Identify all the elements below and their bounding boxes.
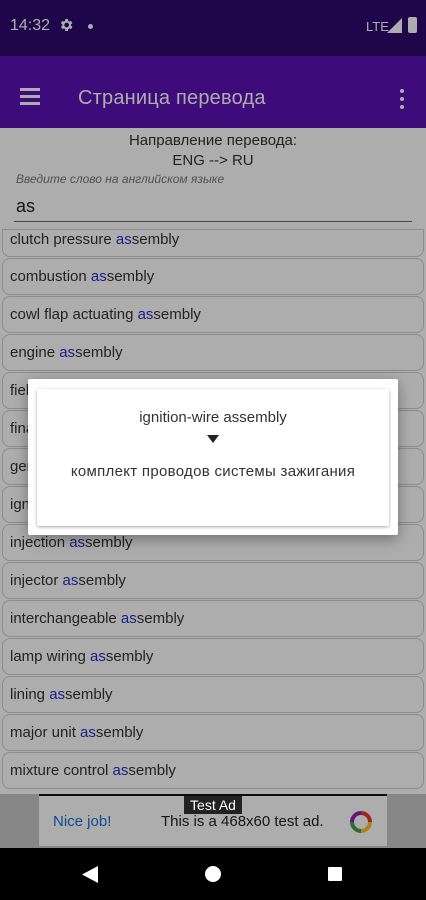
dialog-term: ignition-wire assembly bbox=[139, 409, 287, 426]
translation-dialog: ignition-wire assembly комплект проводов… bbox=[28, 379, 398, 535]
translation-card: ignition-wire assembly комплект проводов… bbox=[37, 389, 389, 526]
back-icon[interactable] bbox=[82, 866, 98, 883]
home-icon[interactable] bbox=[205, 866, 221, 882]
test-ad-label: Test Ad bbox=[184, 796, 242, 814]
navigation-bar bbox=[0, 848, 426, 900]
triangle-down-icon bbox=[207, 435, 219, 443]
recent-apps-icon[interactable] bbox=[328, 867, 342, 881]
dialog-translation: комплект проводов системы зажигания bbox=[70, 463, 356, 480]
